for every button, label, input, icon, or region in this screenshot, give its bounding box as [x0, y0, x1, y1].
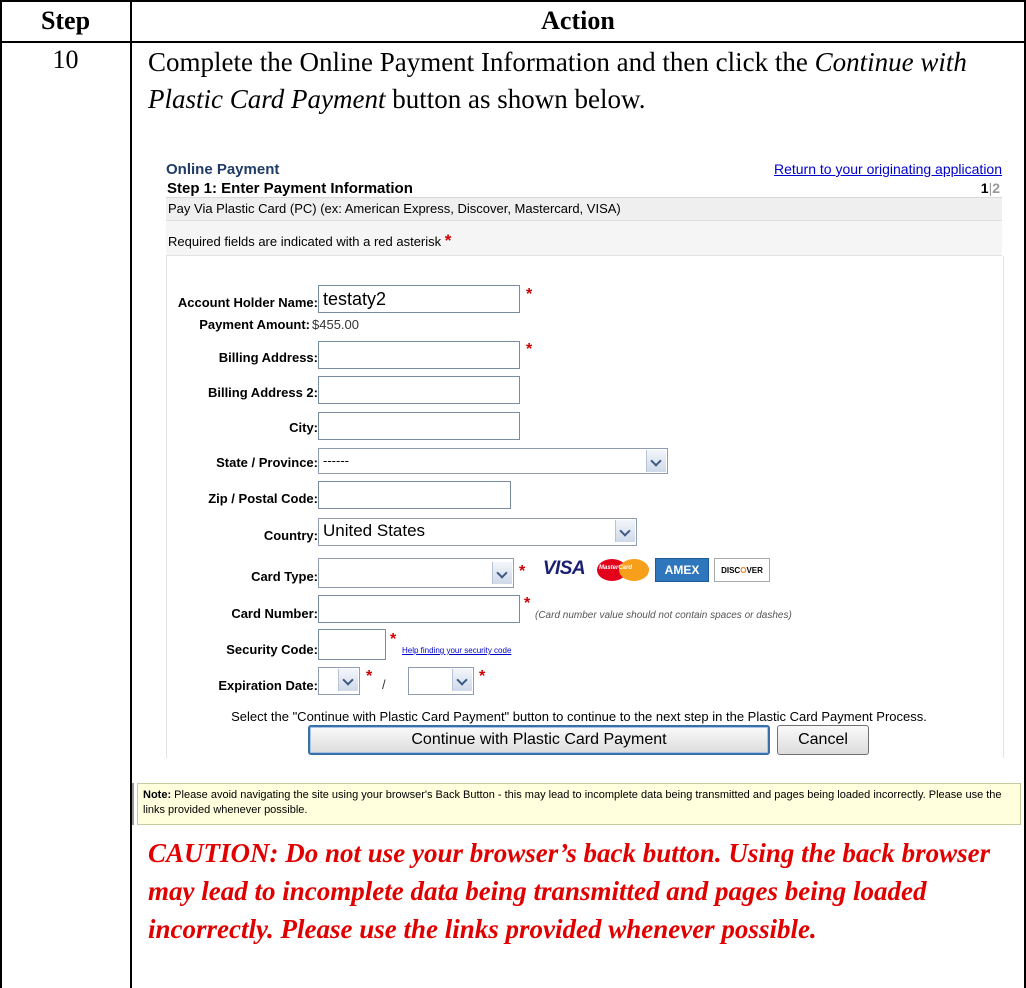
expiration-label: Expiration Date:: [218, 678, 318, 693]
expiration-separator: /: [382, 677, 386, 692]
card-type-required: *: [519, 563, 526, 580]
zip-input[interactable]: [318, 481, 511, 509]
required-note: Required fields are indicated with a red…: [168, 231, 451, 251]
header-action: Action: [541, 6, 615, 35]
security-code-input[interactable]: [318, 629, 386, 660]
country-label: Country:: [263, 528, 318, 543]
expiration-month-select[interactable]: [318, 667, 360, 695]
payment-amount-label: Payment Amount:: [199, 317, 310, 332]
payment-screenshot: Online Payment Return to your originatin…: [132, 158, 1026, 825]
pay-via-bar: Pay Via Plastic Card (PC) (ex: American …: [166, 198, 1002, 221]
table-left-border: [0, 0, 2, 988]
discover-logo-icon: DISC O VER: [714, 558, 770, 582]
required-star: *: [444, 231, 452, 250]
card-number-label: Card Number:: [231, 606, 318, 621]
country-select-value: United States: [323, 521, 426, 540]
state-select-value: ------: [323, 453, 349, 468]
account-holder-input[interactable]: testaty2: [318, 285, 520, 313]
billing-address-required: *: [526, 341, 533, 358]
card-number-required: *: [524, 595, 531, 612]
page-current: 1: [980, 180, 989, 196]
zip-label: Zip / Postal Code:: [208, 491, 318, 506]
instruction-text-1: Complete the Online Payment Information …: [148, 47, 815, 77]
cancel-button[interactable]: Cancel: [777, 725, 869, 755]
online-payment-title: Online Payment: [166, 161, 280, 178]
header-step: Step: [40, 6, 91, 35]
state-select[interactable]: ------: [318, 448, 668, 474]
note-text: Please avoid navigating the site using y…: [143, 789, 1002, 816]
step-number: 10: [52, 45, 79, 74]
chevron-down-icon: [492, 562, 512, 584]
required-note-text: Required fields are indicated with a red…: [168, 234, 442, 249]
required-note-bar: Required fields are indicated with a red…: [166, 221, 1002, 256]
chevron-down-icon: [646, 450, 666, 472]
billing-address2-label: Billing Address 2:: [207, 385, 318, 400]
state-label: State / Province:: [216, 455, 318, 470]
account-holder-required: *: [526, 286, 533, 303]
continue-with-plastic-card-payment-button[interactable]: Continue with Plastic Card Payment: [308, 725, 770, 755]
mastercard-logo-text: MasterCard: [599, 565, 633, 571]
card-number-hint: (Card number value should not contain sp…: [535, 610, 792, 621]
expiration-year-required: *: [479, 668, 486, 685]
expiration-month-required: *: [366, 668, 373, 685]
city-input[interactable]: [318, 412, 520, 440]
billing-address-input[interactable]: [318, 341, 520, 369]
card-type-select[interactable]: [318, 558, 514, 588]
security-code-label: Security Code:: [226, 642, 318, 657]
mastercard-logo-icon: MasterCard: [597, 559, 649, 581]
account-holder-label: Account Holder Name:: [177, 295, 318, 310]
instruction-table: Step Action 10 Complete the Online Payme…: [0, 0, 1026, 988]
note-label: Note:: [143, 789, 172, 801]
city-label: City:: [289, 420, 318, 435]
payment-amount-value: $455.00: [312, 317, 359, 332]
card-type-label: Card Type:: [251, 569, 318, 584]
chevron-down-icon: [452, 669, 472, 691]
chevron-down-icon: [338, 669, 358, 691]
table-header-border: [0, 41, 1026, 43]
pay-via-text: Pay Via Plastic Card (PC) (ex: American …: [168, 201, 621, 216]
billing-address2-input[interactable]: [318, 376, 520, 404]
instruction-text-2: button as shown below.: [385, 84, 646, 114]
back-button-note: Note: Please avoid navigating the site u…: [137, 783, 1021, 825]
note-side-bar: [132, 783, 134, 825]
expiration-year-select[interactable]: [408, 667, 474, 695]
step-header: Step 1: Enter Payment Information 1|2: [166, 179, 1002, 198]
security-code-help-link[interactable]: Help finding your security code: [402, 646, 511, 655]
step-pager: 1|2: [981, 180, 1000, 196]
caution-text: CAUTION: Do not use your browser’s back …: [148, 838, 991, 944]
continue-instructions: Select the "Continue with Plastic Card P…: [231, 709, 927, 724]
page-next: 2: [992, 180, 1000, 196]
card-number-input[interactable]: [318, 595, 520, 623]
visa-logo-icon: VISA: [542, 558, 586, 579]
security-code-required: *: [390, 631, 397, 648]
return-link[interactable]: Return to your originating application: [774, 161, 1002, 177]
country-select[interactable]: United States: [318, 518, 637, 546]
billing-address-label: Billing Address:: [218, 350, 318, 365]
amex-logo-icon: AMEX: [655, 558, 709, 582]
chevron-down-icon: [615, 520, 635, 542]
step-title: Step 1: Enter Payment Information: [167, 180, 413, 197]
step-instruction: Complete the Online Payment Information …: [148, 44, 1018, 118]
